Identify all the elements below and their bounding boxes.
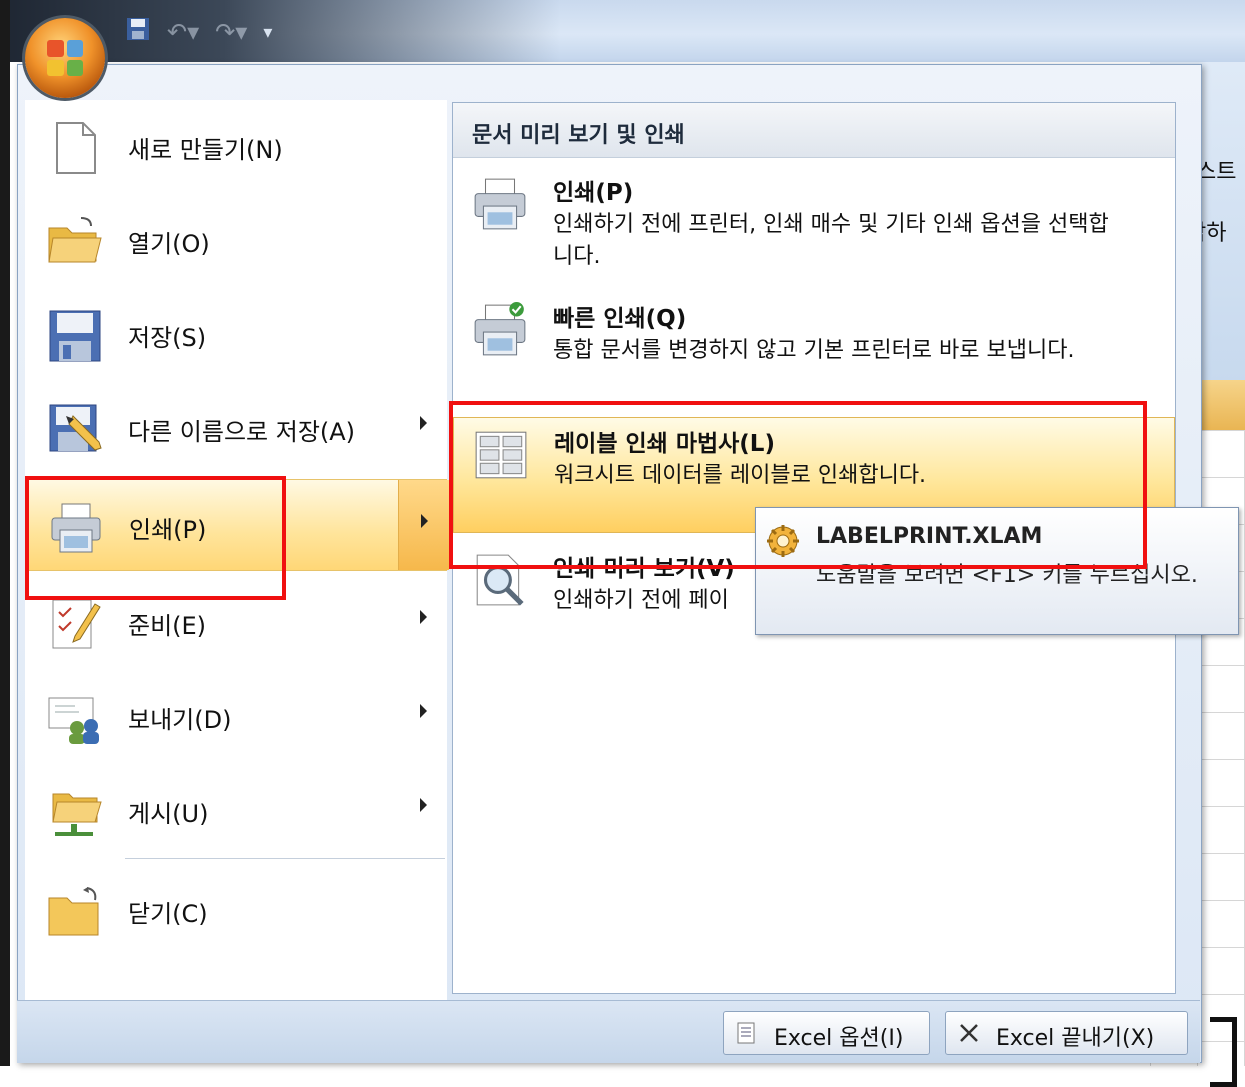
options-icon xyxy=(737,1022,755,1044)
submenu-title: 문서 미리 보기 및 인쇄 xyxy=(472,123,685,148)
customize-qat-icon[interactable]: ▾ xyxy=(263,22,272,43)
open-folder-icon xyxy=(48,217,102,263)
button-label: Excel 옵션(I) xyxy=(774,1026,904,1051)
exit-excel-button[interactable]: Excel 끝내기(X) xyxy=(945,1011,1188,1055)
selection-corner xyxy=(1210,1017,1237,1087)
quick-access-toolbar: ↶▾ ↷▾ ▾ xyxy=(125,12,272,52)
annotation-box-label-wizard xyxy=(449,401,1147,569)
annotation-box-print xyxy=(25,476,286,600)
menu-item-publish[interactable]: 게시(U) xyxy=(25,764,447,856)
window-edge xyxy=(0,0,10,1066)
excel-options-button[interactable]: Excel 옵션(I) xyxy=(723,1011,930,1055)
menu-item-close[interactable]: 닫기(C) xyxy=(25,864,447,956)
submenu-header: 문서 미리 보기 및 인쇄 xyxy=(453,103,1175,158)
submenu-item-quick-print[interactable]: 빠른 인쇄(Q) 통합 문서를 변경하지 않고 기본 프린터로 바로 보냅니다. xyxy=(453,293,1175,411)
menu-item-save[interactable]: 저장(S) xyxy=(25,288,447,380)
new-document-icon xyxy=(56,122,96,174)
menu-item-save-as[interactable]: 다른 이름으로 저장(A) xyxy=(25,382,447,474)
menu-item-label: 새로 만들기(N) xyxy=(128,136,283,164)
office-logo-icon xyxy=(47,40,83,76)
submenu-arrow-icon xyxy=(420,610,427,624)
submenu-arrow-icon xyxy=(420,416,427,430)
menu-item-label: 닫기(C) xyxy=(128,900,208,928)
prepare-icon xyxy=(52,599,101,649)
menu-item-label: 보내기(D) xyxy=(128,706,232,734)
ribbon-partial-text: 스트 xyxy=(1196,160,1237,185)
menu-item-send[interactable]: 보내기(D) xyxy=(25,670,447,762)
submenu-arrow-icon xyxy=(421,514,428,528)
submenu-item-description: 통합 문서를 변경하지 않고 기본 프린터로 바로 보냅니다. xyxy=(553,338,1075,363)
submenu-item-print[interactable]: 인쇄(P) 인쇄하기 전에 프린터, 인쇄 매수 및 기타 인쇄 옵션을 선택합… xyxy=(453,167,1175,285)
menu-item-label: 열기(O) xyxy=(128,230,210,258)
submenu-arrow-icon xyxy=(420,704,427,718)
submenu-arrow-icon xyxy=(420,798,427,812)
button-label: Excel 끝내기(X) xyxy=(996,1026,1155,1051)
close-folder-icon xyxy=(48,887,99,936)
menu-item-label: 게시(U) xyxy=(128,800,209,828)
submenu-item-title: 인쇄(P) xyxy=(553,180,634,206)
send-icon xyxy=(48,697,99,744)
save-disk-icon xyxy=(49,310,101,362)
publish-icon xyxy=(52,793,102,836)
save-icon[interactable] xyxy=(125,16,151,48)
redo-icon[interactable]: ↷▾ xyxy=(215,18,247,46)
submenu-item-title: 빠른 인쇄(Q) xyxy=(553,306,687,332)
menu-item-open[interactable]: 열기(O) xyxy=(25,194,447,286)
menu-item-label: 준비(E) xyxy=(128,612,207,640)
menu-item-label: 다른 이름으로 저장(A) xyxy=(128,418,356,446)
menu-separator xyxy=(125,858,445,859)
quick-print-icon xyxy=(474,302,526,356)
undo-icon[interactable]: ↶▾ xyxy=(167,18,199,46)
save-as-icon xyxy=(49,404,102,452)
menu-item-label: 저장(S) xyxy=(128,324,207,352)
printer-icon xyxy=(474,178,526,230)
office-button[interactable] xyxy=(25,18,105,98)
menu-item-new[interactable]: 새로 만들기(N) xyxy=(25,100,447,192)
close-icon xyxy=(960,1024,978,1042)
submenu-item-description: 인쇄하기 전에 프린터, 인쇄 매수 및 기타 인쇄 옵션을 선택합니다. xyxy=(553,212,1109,269)
